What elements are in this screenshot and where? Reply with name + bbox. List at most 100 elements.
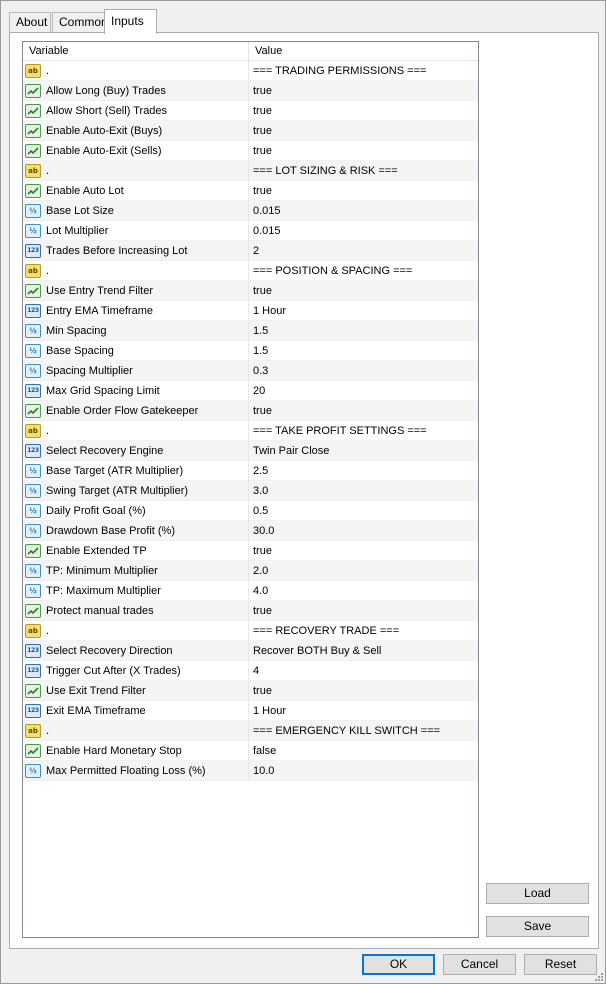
value-cell[interactable]: true bbox=[249, 601, 478, 620]
grid-row[interactable]: Use Entry Trend Filter true bbox=[23, 281, 478, 301]
value-cell[interactable]: === TRADING PERMISSIONS === bbox=[249, 61, 478, 80]
variable-name: Daily Profit Goal (%) bbox=[46, 504, 146, 517]
value-cell[interactable]: true bbox=[249, 101, 478, 120]
value-cell[interactable]: 1.5 bbox=[249, 341, 478, 360]
variable-name: Swing Target (ATR Multiplier) bbox=[46, 484, 189, 497]
grid-row[interactable]: ab. === EMERGENCY KILL SWITCH === bbox=[23, 721, 478, 741]
grid-row[interactable]: ½ Base Spacing 1.5 bbox=[23, 341, 478, 361]
variable-name: Lot Multiplier bbox=[46, 224, 109, 237]
grid-row[interactable]: 123 Trades Before Increasing Lot 2 bbox=[23, 241, 478, 261]
grid-row[interactable]: Enable Auto-Exit (Sells) true bbox=[23, 141, 478, 161]
tab-common[interactable]: Common bbox=[52, 12, 110, 33]
variable-name: . bbox=[46, 64, 50, 77]
grid-row[interactable]: ab. === POSITION & SPACING === bbox=[23, 261, 478, 281]
grid-row[interactable]: Allow Short (Sell) Trades true bbox=[23, 101, 478, 121]
value-cell[interactable]: 0.015 bbox=[249, 221, 478, 240]
grid-row[interactable]: Protect manual trades true bbox=[23, 601, 478, 621]
tab-inputs[interactable]: Inputs bbox=[104, 9, 157, 34]
bool-icon bbox=[25, 543, 41, 558]
value-cell[interactable]: Recover BOTH Buy & Sell bbox=[249, 641, 478, 660]
grid-row[interactable]: ½ Drawdown Base Profit (%) 30.0 bbox=[23, 521, 478, 541]
grid-row[interactable]: Enable Order Flow Gatekeeper true bbox=[23, 401, 478, 421]
value-cell[interactable]: true bbox=[249, 681, 478, 700]
variable-name: Enable Order Flow Gatekeeper bbox=[46, 404, 199, 417]
grid-row[interactable]: 123 Exit EMA Timeframe 1 Hour bbox=[23, 701, 478, 721]
grid-row[interactable]: Enable Auto Lot true bbox=[23, 181, 478, 201]
resize-grip-icon[interactable] bbox=[593, 971, 603, 981]
value-cell[interactable]: false bbox=[249, 741, 478, 760]
load-button[interactable]: Load bbox=[486, 883, 589, 904]
grid-row[interactable]: Enable Auto-Exit (Buys) true bbox=[23, 121, 478, 141]
value-cell[interactable]: 1 Hour bbox=[249, 701, 478, 720]
grid-row[interactable]: ½ Max Permitted Floating Loss (%) 10.0 bbox=[23, 761, 478, 781]
grid-row[interactable]: ab. === RECOVERY TRADE === bbox=[23, 621, 478, 641]
variable-cell: ½ Lot Multiplier bbox=[23, 221, 249, 240]
value-cell[interactable]: 2.0 bbox=[249, 561, 478, 580]
value-cell[interactable]: 1.5 bbox=[249, 321, 478, 340]
value-cell[interactable]: === POSITION & SPACING === bbox=[249, 261, 478, 280]
value-cell[interactable]: === LOT SIZING & RISK === bbox=[249, 161, 478, 180]
grid-row[interactable]: Enable Extended TP true bbox=[23, 541, 478, 561]
double-icon: ½ bbox=[25, 763, 41, 778]
grid-row[interactable]: 123 Select Recovery Engine Twin Pair Close bbox=[23, 441, 478, 461]
value-cell[interactable]: true bbox=[249, 541, 478, 560]
value-cell[interactable]: === TAKE PROFIT SETTINGS === bbox=[249, 421, 478, 440]
grid-row[interactable]: Allow Long (Buy) Trades true bbox=[23, 81, 478, 101]
value-cell[interactable]: true bbox=[249, 121, 478, 140]
grid-row[interactable]: ½ Spacing Multiplier 0.3 bbox=[23, 361, 478, 381]
value-cell[interactable]: 0.015 bbox=[249, 201, 478, 220]
value-cell[interactable]: true bbox=[249, 81, 478, 100]
grid-row[interactable]: ab. === TAKE PROFIT SETTINGS === bbox=[23, 421, 478, 441]
value-cell[interactable]: Twin Pair Close bbox=[249, 441, 478, 460]
grid-row[interactable]: ½ Base Lot Size 0.015 bbox=[23, 201, 478, 221]
value-cell[interactable]: 3.0 bbox=[249, 481, 478, 500]
int-icon: 123 bbox=[25, 243, 41, 258]
double-icon: ½ bbox=[25, 343, 41, 358]
grid-row[interactable]: 123 Entry EMA Timeframe 1 Hour bbox=[23, 301, 478, 321]
value-cell[interactable]: 2 bbox=[249, 241, 478, 260]
grid-row[interactable]: ½ TP: Minimum Multiplier 2.0 bbox=[23, 561, 478, 581]
value-column-header[interactable]: Value bbox=[249, 42, 478, 60]
tab-about[interactable]: About bbox=[9, 12, 51, 33]
value-cell[interactable]: === EMERGENCY KILL SWITCH === bbox=[249, 721, 478, 740]
grid-row[interactable]: 123 Trigger Cut After (X Trades) 4 bbox=[23, 661, 478, 681]
grid-row[interactable]: Enable Hard Monetary Stop false bbox=[23, 741, 478, 761]
value-cell[interactable]: 0.3 bbox=[249, 361, 478, 380]
value-cell[interactable]: 1 Hour bbox=[249, 301, 478, 320]
value-cell[interactable]: true bbox=[249, 281, 478, 300]
value-cell[interactable]: 2.5 bbox=[249, 461, 478, 480]
value-cell[interactable]: === RECOVERY TRADE === bbox=[249, 621, 478, 640]
variable-cell: Allow Long (Buy) Trades bbox=[23, 81, 249, 100]
value-cell[interactable]: 4 bbox=[249, 661, 478, 680]
grid-row[interactable]: ½ Lot Multiplier 0.015 bbox=[23, 221, 478, 241]
grid-row[interactable]: ab. === TRADING PERMISSIONS === bbox=[23, 61, 478, 81]
grid-row[interactable]: ½ Base Target (ATR Multiplier) 2.5 bbox=[23, 461, 478, 481]
value-cell[interactable]: 4.0 bbox=[249, 581, 478, 600]
ok-button[interactable]: OK bbox=[362, 954, 435, 975]
variable-name: Drawdown Base Profit (%) bbox=[46, 524, 175, 537]
reset-button[interactable]: Reset bbox=[524, 954, 597, 975]
value-cell[interactable]: 0.5 bbox=[249, 501, 478, 520]
grid-row[interactable]: ½ TP: Maximum Multiplier 4.0 bbox=[23, 581, 478, 601]
bool-icon bbox=[25, 403, 41, 418]
grid-row[interactable]: Use Exit Trend Filter true bbox=[23, 681, 478, 701]
value-cell[interactable]: 10.0 bbox=[249, 761, 478, 780]
bool-icon bbox=[25, 683, 41, 698]
inputs-grid[interactable]: Variable Value ab. === TRADING PERMISSION… bbox=[22, 41, 479, 938]
grid-row[interactable]: ½ Swing Target (ATR Multiplier) 3.0 bbox=[23, 481, 478, 501]
value-cell[interactable]: 30.0 bbox=[249, 521, 478, 540]
grid-row[interactable]: ½ Min Spacing 1.5 bbox=[23, 321, 478, 341]
grid-row[interactable]: ab. === LOT SIZING & RISK === bbox=[23, 161, 478, 181]
grid-row[interactable]: 123 Max Grid Spacing Limit 20 bbox=[23, 381, 478, 401]
save-button[interactable]: Save bbox=[486, 916, 589, 937]
value-cell[interactable]: 20 bbox=[249, 381, 478, 400]
value-cell[interactable]: true bbox=[249, 401, 478, 420]
variable-cell: ½ Drawdown Base Profit (%) bbox=[23, 521, 249, 540]
grid-row[interactable]: 123 Select Recovery Direction Recover BOTH… bbox=[23, 641, 478, 661]
grid-row[interactable]: ½ Daily Profit Goal (%) 0.5 bbox=[23, 501, 478, 521]
value-cell[interactable]: true bbox=[249, 141, 478, 160]
variable-column-header[interactable]: Variable bbox=[23, 42, 249, 60]
value-cell[interactable]: true bbox=[249, 181, 478, 200]
cancel-button[interactable]: Cancel bbox=[443, 954, 516, 975]
variable-cell: 123 Entry EMA Timeframe bbox=[23, 301, 249, 320]
